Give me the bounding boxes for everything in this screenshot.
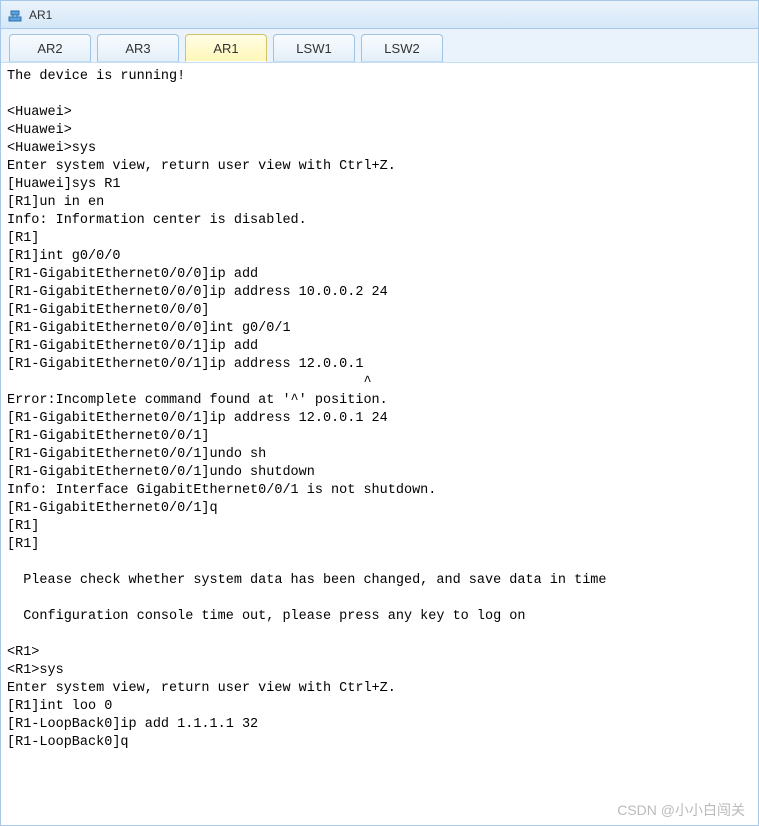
tab-ar3[interactable]: AR3	[97, 34, 179, 62]
tab-ar2[interactable]: AR2	[9, 34, 91, 62]
tab-lsw1[interactable]: LSW1	[273, 34, 355, 62]
console-output[interactable]: The device is running! <Huawei> <Huawei>…	[1, 63, 758, 825]
tab-ar1[interactable]: AR1	[185, 34, 267, 62]
tab-lsw2[interactable]: LSW2	[361, 34, 443, 62]
app-icon	[7, 7, 23, 23]
tabbar: AR2 AR3 AR1 LSW1 LSW2	[1, 29, 758, 63]
titlebar: AR1	[1, 1, 758, 29]
window-title: AR1	[29, 8, 52, 22]
